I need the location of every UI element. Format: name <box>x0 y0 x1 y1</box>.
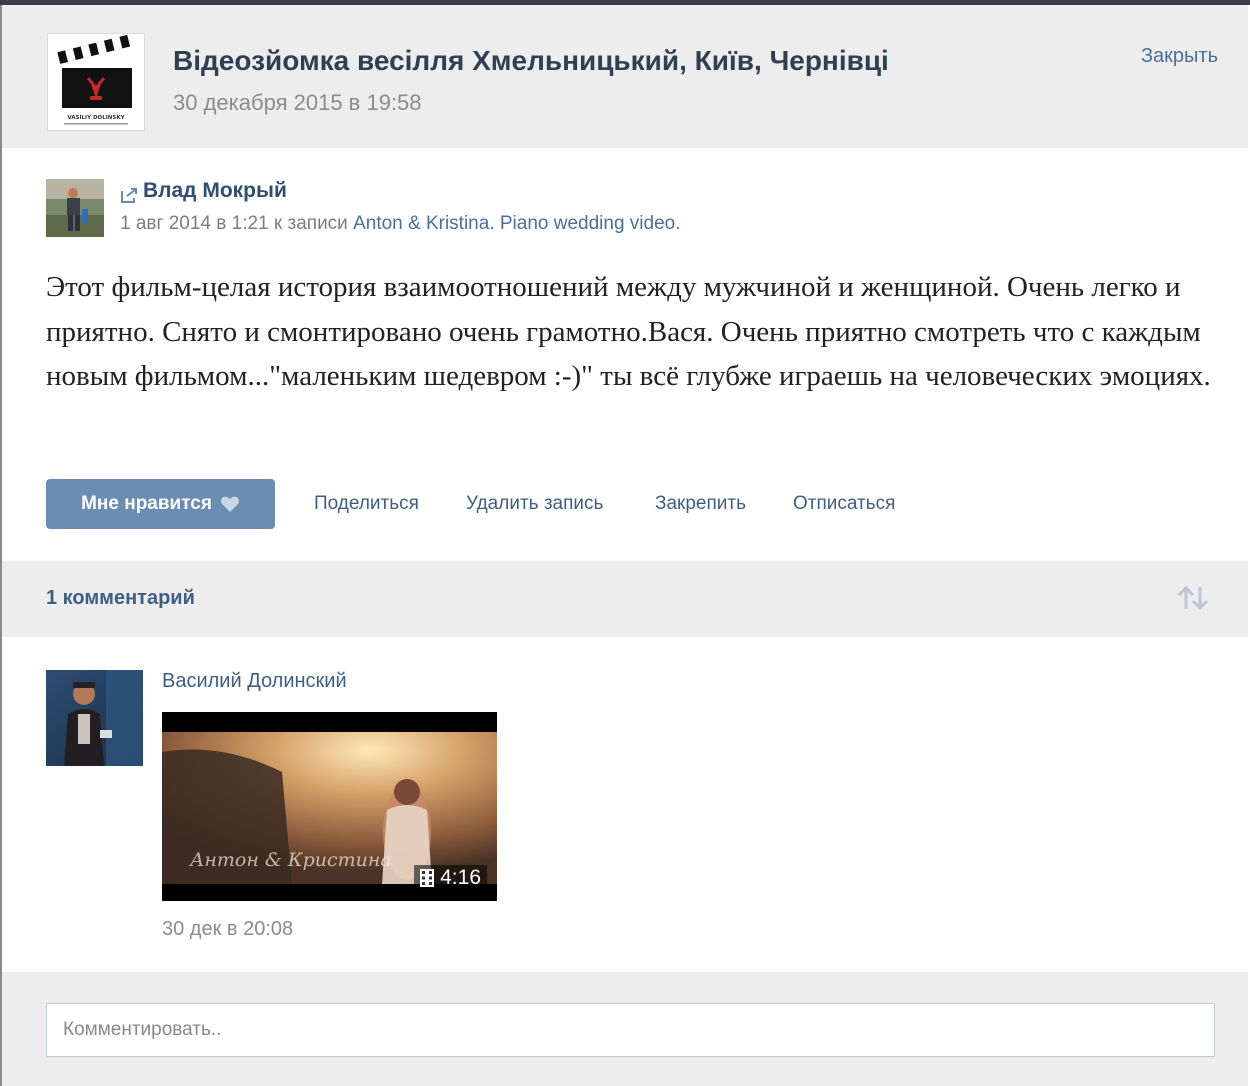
group-logo[interactable]: VASILIY DOLINSKY <box>48 34 144 130</box>
comments-count[interactable]: 1 комментарий <box>46 587 195 610</box>
post-header: VASILIY DOLINSKY Відеозйомка весілля Хме… <box>2 5 1248 148</box>
repost-author-name[interactable]: Влад Мокрый <box>143 179 287 203</box>
video-duration: 4:16 <box>440 866 481 889</box>
unsubscribe-link[interactable]: Отписаться <box>793 493 895 515</box>
commenter-avatar[interactable] <box>46 670 143 766</box>
film-icon <box>420 869 435 887</box>
comment-item: Василий Долинский Антон & Кристина 4:16 … <box>2 637 1248 972</box>
comments-header: 1 комментарий <box>2 561 1248 637</box>
repost-date[interactable]: 1 авг 2014 в 1:21 <box>120 213 269 234</box>
commenter-photo <box>46 670 143 766</box>
comment-date[interactable]: 30 дек в 20:08 <box>162 918 293 941</box>
sort-order-icon[interactable] <box>1176 585 1210 611</box>
author-avatar[interactable] <box>46 179 104 237</box>
heart-icon <box>220 496 239 512</box>
repost-prefix: к записи <box>273 213 348 234</box>
commenter-name[interactable]: Василий Долинский <box>162 670 347 693</box>
post: Влад Мокрый 1 авг 2014 в 1:21 к записи A… <box>2 148 1248 561</box>
pin-post-link[interactable]: Закрепить <box>655 493 746 515</box>
reply-area <box>2 972 1248 1086</box>
share-link[interactable]: Поделиться <box>314 493 419 515</box>
group-title[interactable]: Відеозйомка весілля Хмельницький, Київ, … <box>173 45 889 77</box>
repost-source-link[interactable]: Anton & Kristina. Piano wedding video. <box>353 213 680 234</box>
author-photo <box>46 179 104 237</box>
post-date[interactable]: 30 декабря 2015 в 19:58 <box>173 90 422 116</box>
clapperboard-icon: VASILIY DOLINSKY <box>48 34 144 130</box>
comment-input[interactable] <box>46 1003 1215 1057</box>
repost-info: 1 авг 2014 в 1:21 к записи Anton & Krist… <box>120 213 681 235</box>
repost-arrow-icon <box>119 185 139 205</box>
delete-post-link[interactable]: Удалить запись <box>466 493 603 515</box>
close-button[interactable]: Закрыть <box>1141 45 1218 68</box>
svg-text:VASILIY DOLINSKY: VASILIY DOLINSKY <box>67 115 125 121</box>
like-button[interactable]: Мне нравится <box>46 479 275 529</box>
video-attachment[interactable]: Антон & Кристина 4:16 <box>162 712 497 901</box>
video-duration-badge: 4:16 <box>414 865 487 891</box>
post-text: Этот фильм-целая история взаимоотношений… <box>46 271 1211 392</box>
like-label: Мне нравится <box>81 493 212 514</box>
video-overlay-text: Антон & Кристина <box>190 849 392 871</box>
